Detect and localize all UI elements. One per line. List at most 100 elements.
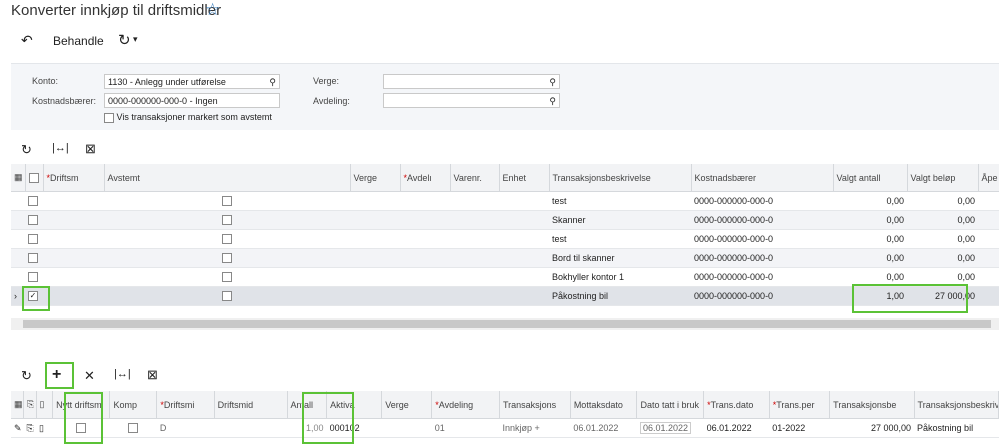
col-valgt-belop[interactable]: Valgt beløp [907, 164, 979, 192]
main-toolbar: ↶ Behandle ↻ ▾ [0, 30, 999, 52]
komp-checkbox[interactable] [128, 423, 139, 434]
cell-trans-belop[interactable]: 27 000,00 [829, 418, 915, 438]
col-driftsm[interactable]: *Driftsm [43, 164, 105, 192]
add-row-icon[interactable]: + [52, 366, 61, 384]
col-antall[interactable]: Antall [287, 391, 328, 419]
konto-field[interactable]: 1130 - Anlegg under utførelse ⚲ [104, 74, 280, 89]
attachment-icon[interactable]: ⎘ [23, 418, 36, 438]
note-header-icon: ▯ [36, 391, 54, 419]
cell-mottaksdato[interactable]: 06.01.2022 [570, 418, 637, 438]
fit-columns-icon[interactable]: |↔| [114, 368, 131, 380]
cell-driftsmi[interactable]: D [156, 418, 215, 438]
col-nytt-driftsm[interactable]: Nytt driftsm [52, 391, 111, 419]
col-aktiva[interactable]: Aktiva [326, 391, 383, 419]
cell-belop: 0,00 [907, 229, 978, 249]
kostnad-field[interactable]: 0000-000000-000-0 - Ingen [104, 93, 280, 108]
avstemt-checkbox[interactable] [222, 215, 232, 226]
vis-avstemt-label: Vis transaksjoner markert som avstemt [116, 112, 272, 122]
cell-antall[interactable]: 1,00 [287, 418, 327, 438]
kostnad-value: 0000-000000-000-0 - Ingen [108, 96, 218, 106]
transactions-grid: ▦ *Driftsm Avstemt Verge *Avdelı Varenr.… [11, 164, 999, 306]
vis-avstemt-checkbox[interactable] [104, 112, 114, 123]
horizontal-scrollbar[interactable] [11, 318, 999, 330]
avdeling-field[interactable]: ⚲ [383, 93, 560, 108]
col-mottaksdato[interactable]: Mottaksdato [570, 391, 638, 419]
nytt-driftsm-checkbox[interactable] [76, 423, 87, 434]
search-icon[interactable]: ⚲ [549, 94, 556, 109]
refresh-dropdown-chevron-icon[interactable]: ▾ [133, 34, 138, 45]
col-trans-per[interactable]: *Trans.per [769, 391, 831, 419]
col-kostnad[interactable]: Kostnadsbærer [691, 164, 834, 192]
cell-trans-dato[interactable]: 06.01.2022 [703, 418, 770, 438]
row-indicator-header: ▦ [11, 164, 26, 192]
avstemt-checkbox[interactable] [222, 291, 232, 302]
cell-antall: 0,00 [833, 210, 907, 230]
row-select-checkbox[interactable] [28, 253, 38, 264]
note-icon[interactable]: ▯ [36, 418, 53, 438]
col-trans-dato[interactable]: *Trans.dato [703, 391, 770, 419]
export-excel-icon[interactable]: ⊠ [85, 141, 96, 157]
col-apen[interactable]: Åpe [978, 164, 999, 192]
col-trans-beskr[interactable]: Transaksjonsbeskrive [914, 391, 999, 419]
table-row-selected[interactable]: › ✓ Påkostning bil 0000-000000-000-0 1,0… [11, 286, 999, 306]
edit-pencil-icon[interactable]: ✎ [11, 418, 24, 438]
scrollbar-thumb[interactable] [23, 320, 991, 328]
refresh-icon[interactable]: ↻ [21, 142, 32, 158]
avstemt-checkbox[interactable] [222, 253, 232, 264]
select-all-checkbox-header[interactable] [25, 164, 44, 192]
col-enhet[interactable]: Enhet [499, 164, 550, 192]
avstemt-checkbox[interactable] [222, 196, 232, 207]
refresh-icon[interactable]: ↻ [118, 31, 131, 49]
cell-aktiva[interactable]: 000102 [326, 418, 382, 438]
cell-belop[interactable]: 27 000,00 [907, 286, 978, 306]
search-icon[interactable]: ⚲ [549, 75, 556, 90]
refresh-icon[interactable]: ↻ [21, 368, 32, 384]
table-row[interactable]: Bord til skanner 0000-000000-000-0 0,00 … [11, 248, 999, 268]
col-avstemt[interactable]: Avstemt [104, 164, 351, 192]
cell-transaksjons[interactable]: Innkjøp + [499, 418, 571, 438]
cell-dato-tatt[interactable]: 06.01.2022 [639, 422, 692, 434]
row-select-checkbox[interactable] [28, 234, 38, 245]
process-button[interactable]: Behandle [53, 34, 104, 48]
cell-trans-per[interactable]: 01-2022 [769, 418, 830, 438]
col-verge[interactable]: Verge [381, 391, 433, 419]
col-driftsmi[interactable]: *Driftsmi [156, 391, 215, 419]
undo-icon[interactable]: ↶ [21, 32, 33, 49]
col-trans-belop[interactable]: Transaksjonsbe [829, 391, 915, 419]
avstemt-checkbox[interactable] [222, 272, 232, 283]
vis-avstemt-checkbox-row[interactable]: Vis transaksjoner markert som avstemt [104, 112, 272, 123]
table-row[interactable]: test 0000-000000-000-0 0,00 0,00 [11, 229, 999, 249]
col-transaksjons[interactable]: Transaksjons [499, 391, 571, 419]
col-dato-tatt[interactable]: Dato tatt i bruk [636, 391, 705, 419]
table-row[interactable]: Skanner 0000-000000-000-0 0,00 0,00 [11, 210, 999, 230]
cell-antall[interactable]: 1,00 [833, 286, 907, 306]
fit-columns-icon[interactable]: |↔| [52, 142, 69, 154]
col-verge[interactable]: Verge [350, 164, 401, 192]
attachment-header-icon: ⎘ [23, 391, 37, 419]
col-valgt-antall[interactable]: Valgt antall [833, 164, 908, 192]
col-trans-beskr[interactable]: Transaksjonsbeskrivelse [549, 164, 692, 192]
table-row[interactable]: test 0000-000000-000-0 0,00 0,00 [11, 191, 999, 211]
cell-driftsmid[interactable] [214, 418, 287, 438]
col-driftsmid[interactable]: Driftsmid [214, 391, 288, 419]
col-varenr[interactable]: Varenr. [450, 164, 500, 192]
table-row[interactable]: ✎ ⎘ ▯ D 1,00 000102 01 Innkjøp + 06.01.2… [11, 418, 999, 438]
row-select-checkbox[interactable] [28, 272, 38, 283]
export-excel-icon[interactable]: ⊠ [147, 367, 158, 383]
favorite-star-icon[interactable]: ☆ [205, 0, 220, 20]
cell-trans-beskr[interactable]: Påkostning bil [914, 418, 999, 438]
cell-verge[interactable] [381, 418, 432, 438]
col-komp[interactable]: Komp [109, 391, 158, 419]
verge-field[interactable]: ⚲ [383, 74, 560, 89]
cell-avdeling[interactable]: 01 [431, 418, 500, 438]
avstemt-checkbox[interactable] [222, 234, 232, 245]
row-select-checkbox[interactable] [28, 196, 38, 207]
col-avdeling[interactable]: *Avdelı [400, 164, 451, 192]
table-row[interactable]: Bokhyller kontor 1 0000-000000-000-0 0,0… [11, 267, 999, 287]
search-icon[interactable]: ⚲ [269, 75, 276, 90]
cell-kostnad: 0000-000000-000-0 [691, 248, 833, 268]
col-avdeling[interactable]: *Avdeling [431, 391, 500, 419]
row-select-checkbox-checked[interactable]: ✓ [28, 291, 38, 302]
row-select-checkbox[interactable] [28, 215, 38, 226]
delete-row-icon[interactable]: ✕ [84, 368, 95, 384]
